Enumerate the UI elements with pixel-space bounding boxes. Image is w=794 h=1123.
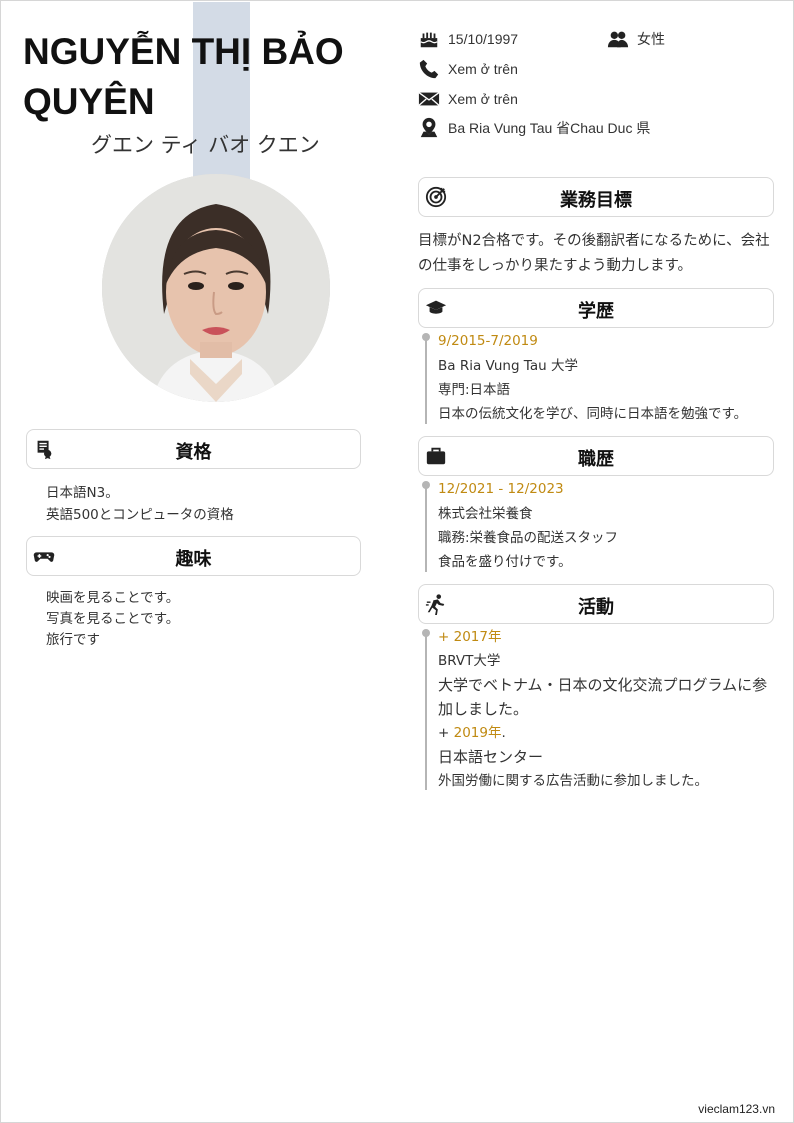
- activity-organization: BRVT大学: [438, 653, 501, 669]
- work-period: 12/2021 - 12/2023: [438, 481, 564, 497]
- education-major: 専門:日本語: [438, 382, 511, 398]
- list-item: 写真を見ることです。: [46, 611, 180, 627]
- gender-row: 女性: [607, 28, 665, 50]
- timeline-dot: [422, 481, 430, 489]
- activity-description-cont: 加しました。: [438, 700, 529, 718]
- timeline-dot: [422, 629, 430, 637]
- work-company: 株式会社栄養食: [438, 506, 533, 522]
- activity-organization: 日本語センター: [438, 748, 544, 766]
- candidate-name: NGUYỄN THỊ BẢO QUYÊN: [23, 31, 344, 122]
- qualifications-header: 資格: [26, 429, 361, 469]
- activity-year: + 2017年: [438, 629, 502, 645]
- list-item: 映画を見ることです。: [46, 590, 180, 606]
- activities-header: 活動: [418, 584, 774, 624]
- qualifications-list: 日本語N3。 英語500とコンピュータの資格: [46, 482, 234, 526]
- objective-header: 業務目標: [418, 177, 774, 217]
- birthdate-row: 15/10/1997: [418, 28, 518, 50]
- cv-page: NGUYỄN THỊ BẢO QUYÊN グエン ティ バオ クエン 資格 日本…: [0, 0, 794, 1123]
- email-row: Xem ở trên: [418, 88, 518, 110]
- timeline-dot: [422, 333, 430, 341]
- work-description: 食品を盛り付けです。: [438, 554, 572, 570]
- education-timeline: [425, 334, 427, 424]
- list-item: 日本語N3。: [46, 485, 119, 501]
- work-header: 職歴: [418, 436, 774, 476]
- phone-row: Xem ở trên: [418, 58, 518, 80]
- envelope-icon: [418, 92, 440, 106]
- work-timeline: [425, 482, 427, 572]
- education-description: 日本の伝統文化を学び、同時に日本語を勉強です。: [438, 406, 748, 422]
- activity-description: 大学でベトナム・日本の文化交流プログラムに参: [438, 676, 768, 694]
- hobbies-header: 趣味: [26, 536, 361, 576]
- users-icon: [607, 31, 629, 48]
- profile-photo: [102, 174, 330, 402]
- hobbies-list: 映画を見ることです。 写真を見ることです。 旅行です: [46, 588, 179, 651]
- activity-year: + 2019年.: [438, 725, 506, 741]
- education-school: Ba Ria Vung Tau 大学: [438, 358, 578, 374]
- map-marker-icon: [420, 117, 438, 138]
- education-period: 9/2015-7/2019: [438, 333, 538, 349]
- education-header: 学歴: [418, 288, 774, 328]
- phone-icon: [419, 59, 439, 79]
- list-item: 旅行です: [46, 632, 100, 648]
- candidate-name-katakana: グエン ティ バオ クエン: [91, 133, 320, 157]
- work-position: 職務:栄養食品の配送スタッフ: [438, 530, 619, 546]
- objective-text: 目標がN2合格です。その後翻訳者になるために、会社の仕事をしっかり果たすよう動力…: [418, 233, 770, 274]
- activities-timeline: [425, 630, 427, 790]
- birthday-cake-icon: [420, 32, 438, 48]
- activity-description: 外国労働に関する広告活動に参加しました。: [438, 773, 708, 789]
- site-watermark: vieclam123.vn: [698, 1102, 775, 1116]
- address-row: Ba Ria Vung Tau 省Chau Duc 県: [418, 117, 650, 139]
- list-item: 英語500とコンピュータの資格: [46, 507, 234, 523]
